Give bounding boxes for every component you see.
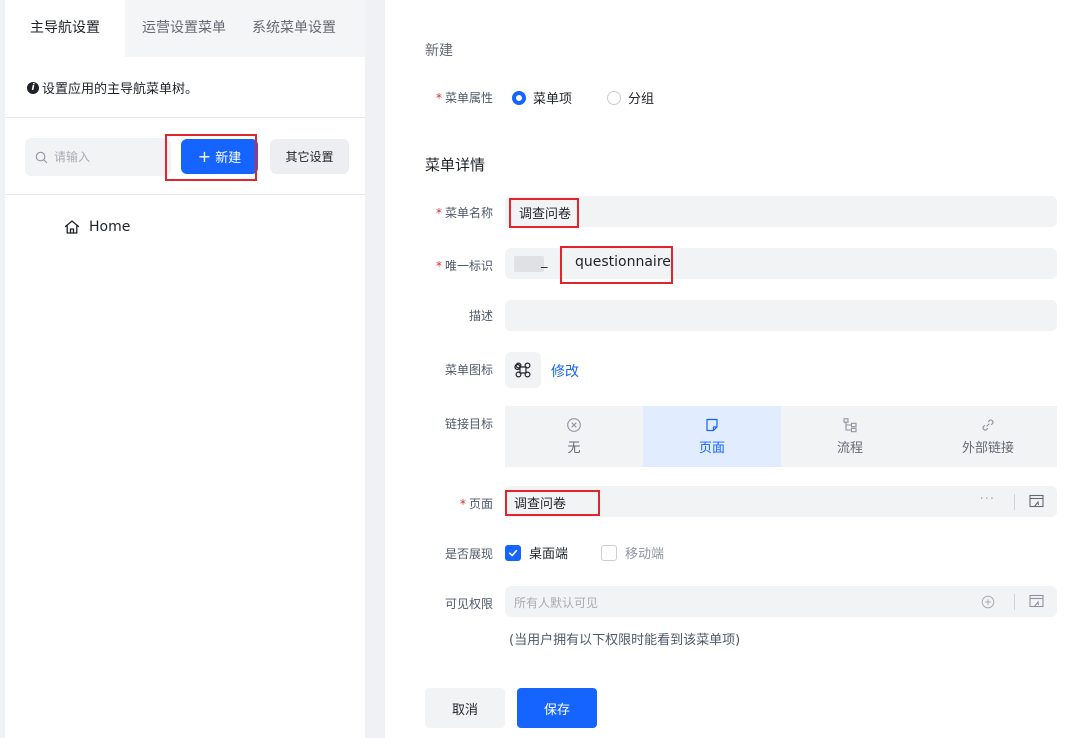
checkbox-mobile[interactable]: 移动端 xyxy=(601,543,664,562)
other-settings-button[interactable]: 其它设置 xyxy=(270,139,349,174)
checkbox-label: 桌面端 xyxy=(529,547,569,562)
flow-icon xyxy=(843,418,857,433)
tab-operation-menu[interactable]: 运营设置菜单 xyxy=(142,0,226,57)
panel-tabs: 主导航设置 运营设置菜单 系统菜单设置 xyxy=(5,0,365,57)
panel-gutter xyxy=(365,0,385,738)
target-option-none[interactable]: 无 xyxy=(505,406,643,467)
target-label: 流程 xyxy=(836,441,863,456)
menu-name-field[interactable]: 调查问卷 xyxy=(505,196,1057,227)
app-prefix xyxy=(514,256,544,272)
checkbox-unchecked-icon xyxy=(601,544,617,561)
command-icon xyxy=(514,362,531,378)
link-target-label: 链接目标 xyxy=(444,417,493,431)
prefix-separator: _ xyxy=(541,254,548,269)
tree-item-home[interactable]: Home xyxy=(63,218,130,236)
visibility-label: 可见权限 xyxy=(444,597,493,611)
visibility-field[interactable]: 所有人默认可见 xyxy=(505,586,1057,617)
save-button[interactable]: 保存 xyxy=(517,688,597,728)
target-option-page[interactable]: 页面 xyxy=(643,406,781,467)
more-icon[interactable]: ··· xyxy=(980,492,995,507)
target-label: 无 xyxy=(567,441,581,456)
page-icon xyxy=(706,418,718,432)
open-picker-icon[interactable] xyxy=(1028,593,1045,610)
search-box[interactable] xyxy=(25,138,171,176)
cancel-button[interactable]: 取消 xyxy=(425,688,505,728)
target-label: 页面 xyxy=(698,441,725,456)
new-menu-button[interactable]: + 新建 xyxy=(181,139,258,174)
edit-icon-link[interactable]: 修改 xyxy=(551,361,579,381)
display-label: 是否展现 xyxy=(444,547,493,561)
radio-group[interactable]: 分组 xyxy=(607,88,654,107)
visibility-hint: (当用户拥有以下权限时能看到该菜单项) xyxy=(509,633,741,648)
new-button-label: 新建 xyxy=(215,151,242,166)
link-target-selector: 无 页面 流程 外部链接 xyxy=(505,406,1057,467)
form-title: 新建 xyxy=(425,43,453,59)
panel-tip: i 设置应用的主导航菜单树。 xyxy=(27,78,198,97)
checkbox-desktop[interactable]: 桌面端 xyxy=(505,543,568,562)
page-label: * 页面 xyxy=(459,497,493,511)
section-title: 菜单详情 xyxy=(425,156,486,174)
search-input[interactable] xyxy=(54,150,154,164)
target-option-external-link[interactable]: 外部链接 xyxy=(919,406,1057,467)
radio-menu-item[interactable]: 菜单项 xyxy=(512,88,572,107)
tip-text: 设置应用的主导航菜单树。 xyxy=(42,82,199,97)
menu-name-value: 调查问卷 xyxy=(519,207,572,222)
target-option-flow[interactable]: 流程 xyxy=(781,406,919,467)
menu-icon-label: 菜单图标 xyxy=(444,363,493,377)
radio-label: 菜单项 xyxy=(533,92,573,107)
divider xyxy=(5,194,365,195)
radio-checked-icon xyxy=(512,90,526,105)
divider xyxy=(1014,594,1015,610)
search-icon xyxy=(35,151,48,163)
menu-attr-label: * 菜单属性 xyxy=(435,91,493,105)
info-icon: i xyxy=(27,81,39,94)
link-icon xyxy=(982,419,994,431)
tree-item-label: Home xyxy=(89,219,131,235)
page-value: 调查问卷 xyxy=(514,497,567,512)
menu-tree-panel: 主导航设置 运营设置菜单 系统菜单设置 i 设置应用的主导航菜单树。 + 新建 … xyxy=(0,0,365,738)
page-select[interactable]: 调查问卷 ··· xyxy=(505,486,1057,517)
checkbox-checked-icon xyxy=(505,544,521,561)
unique-id-field[interactable]: _ questionnaire xyxy=(505,248,1057,279)
description-field[interactable] xyxy=(505,300,1057,331)
tab-system-menu[interactable]: 系统菜单设置 xyxy=(252,0,336,57)
menu-form-panel: 新建 * 菜单属性 菜单项 分组 菜单详情 * 菜单名称 调查问卷 * 唯一标识 _ … xyxy=(385,0,1072,738)
tab-main-nav[interactable]: 主导航设置 xyxy=(5,0,125,57)
open-picker-icon[interactable] xyxy=(1028,493,1045,510)
unique-id-value: questionnaire xyxy=(575,254,671,270)
target-label: 外部链接 xyxy=(961,441,1014,456)
close-circle-icon xyxy=(567,418,581,432)
add-circle-icon[interactable] xyxy=(981,595,995,609)
visibility-placeholder: 所有人默认可见 xyxy=(514,596,599,610)
plus-icon: + xyxy=(197,146,212,166)
unique-id-label: * 唯一标识 xyxy=(435,259,493,273)
divider xyxy=(1014,494,1015,510)
radio-unchecked-icon xyxy=(607,90,621,105)
menu-icon-preview[interactable] xyxy=(505,352,541,388)
checkbox-label: 移动端 xyxy=(625,547,665,562)
radio-label: 分组 xyxy=(628,92,655,107)
home-icon xyxy=(64,220,80,234)
menu-name-label: * 菜单名称 xyxy=(435,206,493,220)
description-label: 描述 xyxy=(468,309,493,323)
divider xyxy=(5,117,365,118)
